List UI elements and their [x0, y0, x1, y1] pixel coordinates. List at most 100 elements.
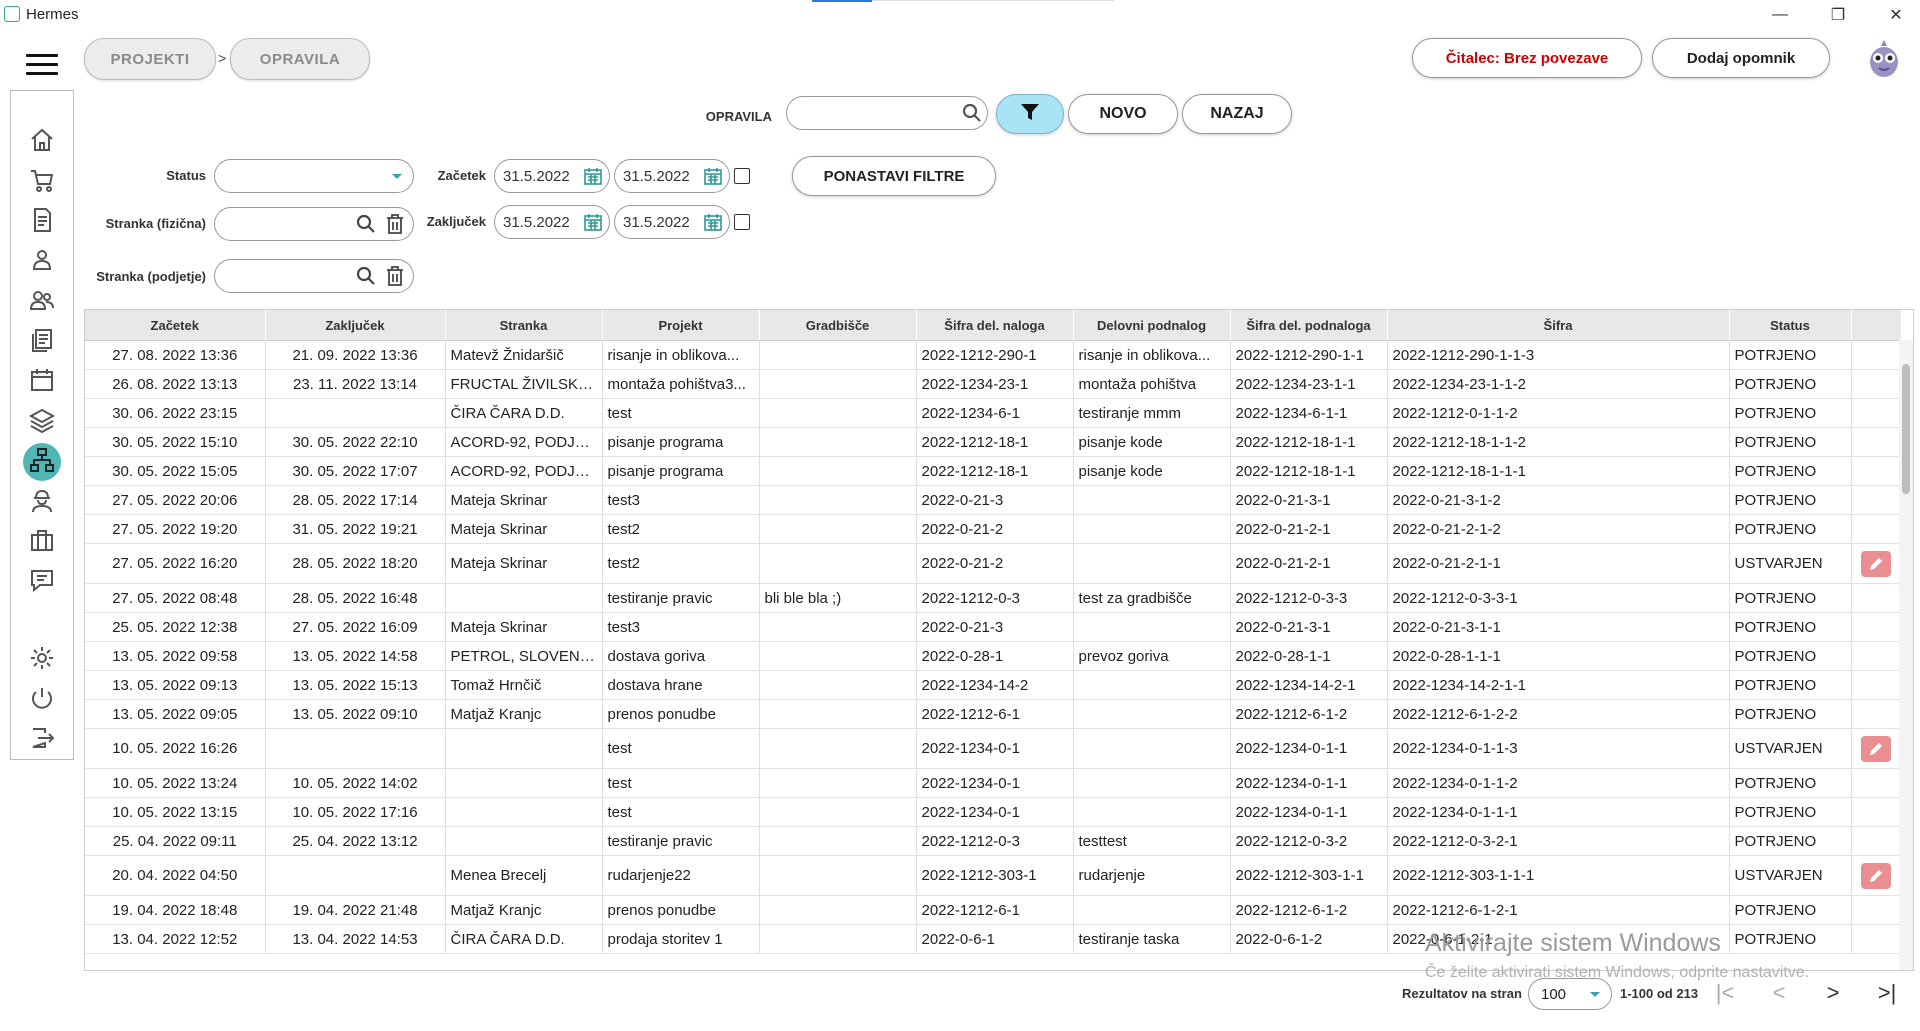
table-cell: 2022-1234-6-1-1 — [1230, 398, 1388, 428]
sidebar-item-invoices[interactable] — [23, 203, 61, 241]
new-button[interactable]: NOVO — [1068, 94, 1178, 134]
sidebar-item-settings[interactable] — [23, 641, 61, 679]
table-row[interactable]: 26. 08. 2022 13:13 23. 11. 2022 13:14 FRUC… — [85, 369, 1902, 399]
table-row[interactable]: 27. 05. 2022 08:48 28. 05. 2022 16:48 test… — [85, 583, 1902, 613]
sidebar-item-people[interactable] — [23, 283, 61, 321]
table-row[interactable]: 25. 05. 2022 12:38 27. 05. 2022 16:09 Mate… — [85, 612, 1902, 642]
column-header[interactable]: Projekt — [602, 310, 760, 341]
trash-icon[interactable] — [385, 213, 405, 235]
table-row[interactable]: 27. 05. 2022 19:20 31. 05. 2022 19:21 Mate… — [85, 514, 1902, 544]
sidebar-item-shop[interactable] — [23, 163, 61, 201]
status-select[interactable] — [214, 159, 414, 193]
calendar-icon[interactable] — [583, 212, 603, 232]
sidebar-item-messages[interactable] — [23, 563, 61, 601]
breadcrumb-opravila[interactable]: OPRAVILA — [230, 38, 370, 80]
prev-page-button[interactable]: < — [1764, 978, 1794, 1008]
sidebar-item-home[interactable] — [23, 123, 61, 161]
end-to-field[interactable] — [614, 205, 730, 239]
table-row[interactable]: 10. 05. 2022 13:24 10. 05. 2022 14:02 test… — [85, 768, 1902, 798]
minimize-button[interactable]: — — [1754, 0, 1806, 30]
reader-status-button[interactable]: Čitalec: Brez povezave — [1412, 38, 1642, 78]
column-header[interactable]: Začetek — [85, 310, 266, 341]
table-cell: 2022-1234-0-1 — [916, 728, 1074, 769]
column-header[interactable]: Status — [1729, 310, 1852, 341]
filter-button[interactable] — [996, 94, 1064, 134]
calendar-icon[interactable] — [703, 212, 723, 232]
column-header[interactable]: Gradbišče — [759, 310, 917, 341]
trash-icon[interactable] — [385, 265, 405, 287]
search-icon[interactable] — [355, 213, 377, 235]
end-filter-checkbox[interactable] — [734, 214, 750, 230]
table-row[interactable]: 13. 05. 2022 09:58 13. 05. 2022 14:58 PETR… — [85, 641, 1902, 671]
table-row[interactable]: 25. 04. 2022 09:11 25. 04. 2022 13:12 test… — [85, 826, 1902, 856]
column-header[interactable]: Stranka — [445, 310, 603, 341]
table-row[interactable]: 10. 05. 2022 13:15 10. 05. 2022 17:16 test… — [85, 797, 1902, 827]
end-from-field[interactable] — [494, 205, 610, 239]
table-cell: test2 — [602, 514, 760, 544]
close-button[interactable]: ✕ — [1870, 0, 1920, 30]
sidebar-item-layers[interactable] — [23, 403, 61, 441]
search-icon[interactable] — [355, 265, 377, 287]
reset-filters-button[interactable]: PONASTAVI FILTRE — [792, 156, 996, 196]
search-input[interactable] — [793, 104, 947, 123]
table-cell: 2022-0-21-3-1-2 — [1387, 485, 1730, 515]
column-header[interactable]: Šifra del. podnaloga — [1230, 310, 1388, 341]
back-button[interactable]: NAZAJ — [1182, 94, 1292, 134]
menu-icon[interactable] — [26, 54, 58, 76]
scrollbar-thumb[interactable] — [1902, 364, 1910, 494]
start-to-field[interactable] — [614, 159, 730, 193]
table-row[interactable]: 10. 05. 2022 16:26 test 2022-1234-0-1 2022-… — [85, 728, 1902, 769]
client-physical-field[interactable] — [214, 207, 414, 241]
start-from-input[interactable] — [501, 167, 581, 186]
title-bar: Hermes — ❐ ✕ — [0, 0, 1920, 30]
search-field[interactable] — [786, 96, 988, 130]
start-filter-checkbox[interactable] — [734, 168, 750, 184]
search-icon[interactable] — [961, 102, 983, 124]
column-header[interactable]: Delovni podnalog — [1073, 310, 1231, 341]
table-row[interactable]: 19. 04. 2022 18:48 19. 04. 2022 21:48 Matj… — [85, 895, 1902, 925]
column-header[interactable]: Šifra del. naloga — [916, 310, 1074, 341]
calendar-icon — [28, 366, 56, 399]
vertical-scrollbar[interactable] — [1899, 340, 1913, 970]
table-cell: 13. 05. 2022 09:05 — [85, 699, 266, 729]
restore-button[interactable]: ❐ — [1812, 0, 1864, 30]
start-from-field[interactable] — [494, 159, 610, 193]
edit-button[interactable] — [1861, 550, 1891, 577]
table-row[interactable]: 30. 05. 2022 15:10 30. 05. 2022 22:10 ACOR… — [85, 427, 1902, 457]
client-company-field[interactable] — [214, 259, 414, 293]
sidebar-item-logout[interactable] — [23, 721, 61, 759]
edit-button[interactable] — [1861, 735, 1891, 762]
column-header[interactable]: Zaključek — [265, 310, 446, 341]
sidebar-item-tasks[interactable] — [23, 443, 61, 481]
table-cell: 2022-1212-0-3-2 — [1230, 826, 1388, 856]
edit-button[interactable] — [1861, 862, 1891, 889]
sidebar-item-power[interactable] — [23, 681, 61, 719]
table-cell: pisanje programa — [602, 456, 760, 486]
avatar[interactable] — [1866, 38, 1902, 78]
page-size-select[interactable]: 100 — [1528, 978, 1612, 1010]
start-to-input[interactable] — [621, 167, 701, 186]
end-to-input[interactable] — [621, 213, 701, 232]
breadcrumb-projekti[interactable]: PROJEKTI — [84, 38, 216, 80]
sidebar-item-worker[interactable] — [23, 483, 61, 521]
sidebar-item-calendar[interactable] — [23, 363, 61, 401]
table-row[interactable]: 30. 06. 2022 23:15 ČIRA ČARA D.D. test 2022… — [85, 398, 1902, 428]
sidebar-item-person[interactable] — [23, 243, 61, 281]
next-page-button[interactable]: > — [1818, 978, 1848, 1008]
table-row[interactable]: 20. 04. 2022 04:50 Menea Brecelj rudarjenj… — [85, 855, 1902, 896]
calendar-icon[interactable] — [583, 166, 603, 186]
table-row[interactable]: 27. 05. 2022 16:20 28. 05. 2022 18:20 Mate… — [85, 543, 1902, 584]
last-page-button[interactable]: >| — [1872, 978, 1902, 1008]
table-row[interactable]: 27. 08. 2022 13:36 21. 09. 2022 13:36 Mate… — [85, 340, 1902, 370]
column-header[interactable]: Šifra — [1387, 310, 1730, 341]
table-row[interactable]: 13. 05. 2022 09:05 13. 05. 2022 09:10 Matj… — [85, 699, 1902, 729]
sidebar-item-briefcase[interactable] — [23, 523, 61, 561]
sidebar-item-documents[interactable] — [23, 323, 61, 361]
table-row[interactable]: 13. 05. 2022 09:13 13. 05. 2022 15:13 Toma… — [85, 670, 1902, 700]
table-row[interactable]: 30. 05. 2022 15:05 30. 05. 2022 17:07 ACOR… — [85, 456, 1902, 486]
end-from-input[interactable] — [501, 213, 581, 232]
add-reminder-button[interactable]: Dodaj opomnik — [1652, 38, 1830, 78]
first-page-button[interactable]: |< — [1710, 978, 1740, 1008]
calendar-icon[interactable] — [703, 166, 723, 186]
table-row[interactable]: 27. 05. 2022 20:06 28. 05. 2022 17:14 Mate… — [85, 485, 1902, 515]
